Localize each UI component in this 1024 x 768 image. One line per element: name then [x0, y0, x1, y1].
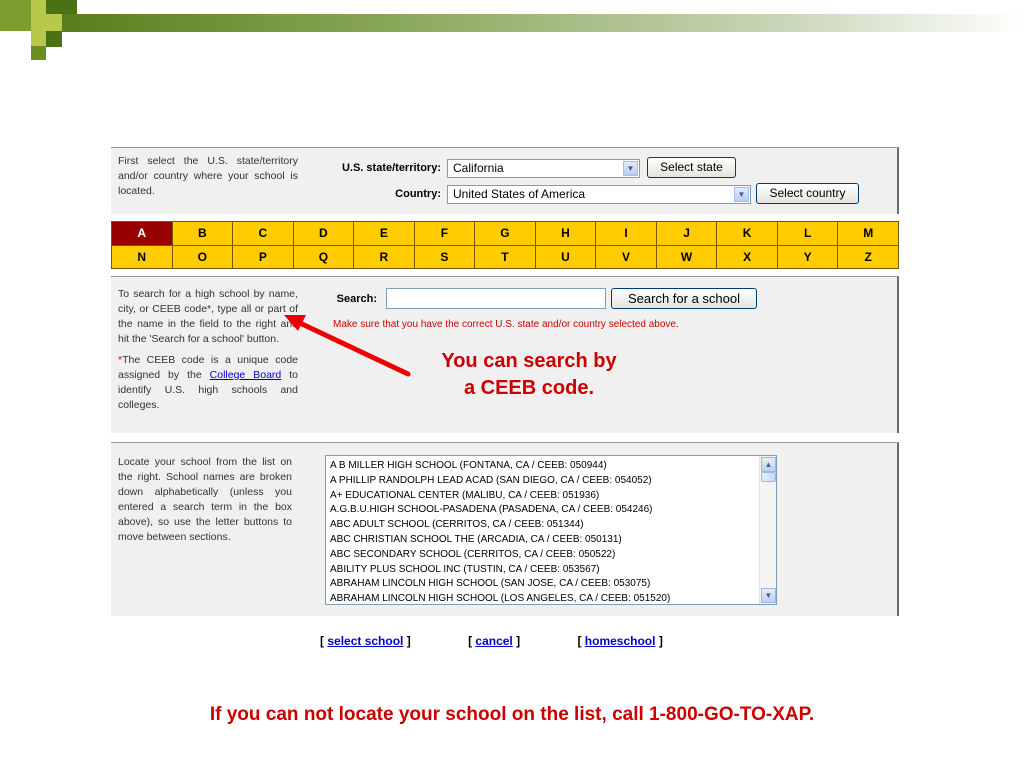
letter-button-t[interactable]: T	[474, 244, 536, 269]
letter-button-n[interactable]: N	[111, 244, 173, 269]
letter-button-c[interactable]: C	[232, 221, 294, 246]
select-school-link[interactable]: select school	[327, 634, 403, 648]
letter-button-b[interactable]: B	[171, 221, 234, 246]
state-instructions: First select the U.S. state/territory an…	[118, 155, 298, 197]
banner-square	[0, 0, 31, 31]
homeschool-link[interactable]: homeschool	[585, 634, 656, 648]
letter-button-a[interactable]: A	[111, 221, 173, 246]
footer-link-cancel: [ cancel ]	[468, 634, 521, 648]
search-instructions-text: To search for a high school by name, cit…	[118, 288, 298, 345]
school-option[interactable]: A B MILLER HIGH SCHOOL (FONTANA, CA / CE…	[330, 459, 755, 474]
letter-button-x[interactable]: X	[716, 244, 778, 269]
school-option[interactable]: A.G.B.U.HIGH SCHOOL-PASADENA (PASADENA, …	[330, 503, 755, 518]
letter-button-z[interactable]: Z	[837, 244, 899, 269]
letter-button-k[interactable]: K	[716, 221, 778, 246]
country-select[interactable]: United States of America ▼	[447, 185, 751, 204]
letter-button-v[interactable]: V	[595, 244, 657, 269]
letter-button-o[interactable]: O	[171, 244, 234, 269]
letter-button-i[interactable]: I	[595, 221, 657, 246]
school-option[interactable]: ABRAHAM LINCOLN HIGH SCHOOL (SAN JOSE, C…	[330, 577, 755, 592]
banner-square	[46, 31, 62, 47]
letter-button-l[interactable]: L	[776, 221, 839, 246]
letter-button-r[interactable]: R	[353, 244, 415, 269]
school-option[interactable]: A+ EDUCATIONAL CENTER (MALIBU, CA / CEEB…	[330, 489, 755, 504]
list-scrollbar[interactable]: ▲ ▼	[759, 456, 776, 604]
letter-button-p[interactable]: P	[232, 244, 294, 269]
footer-link-homeschool: [ homeschool ]	[577, 634, 663, 648]
select-state-button[interactable]: Select state	[647, 157, 736, 178]
bottom-note: If you can not locate your school on the…	[209, 704, 815, 725]
country-label: Country:	[395, 188, 441, 200]
letter-buttons-table: A B C D E F G H I J K L M N O P Q R S T …	[111, 221, 899, 269]
letter-row: N O P Q R S T U V W X Y Z	[111, 244, 899, 269]
banner-gradient-bar	[62, 14, 1024, 32]
banner-square	[31, 46, 46, 60]
school-list-panel: Locate your school from the list on the …	[111, 442, 899, 616]
chevron-down-icon[interactable]: ▼	[623, 161, 638, 176]
school-option[interactable]: ABILITY PLUS SCHOOL INC (TUSTIN, CA / CE…	[330, 563, 755, 578]
search-instructions: To search for a high school by name, cit…	[118, 287, 298, 413]
school-option[interactable]: ABRAHAM LINCOLN HIGH SCHOOL (LOS ANGELES…	[330, 592, 755, 604]
state-label: U.S. state/territory:	[341, 162, 441, 174]
letter-button-w[interactable]: W	[655, 244, 718, 269]
callout-line-2: a CEEB code.	[463, 377, 595, 399]
school-list-rows: A B MILLER HIGH SCHOOL (FONTANA, CA / CE…	[330, 459, 755, 604]
footer-links: [ select school ] [ cancel ] [ homeschoo…	[320, 634, 663, 648]
school-option[interactable]: A PHILLIP RANDOLPH LEAD ACAD (SAN DIEGO,…	[330, 474, 755, 489]
select-country-button[interactable]: Select country	[756, 183, 859, 204]
cancel-link[interactable]: cancel	[475, 634, 512, 648]
letter-button-f[interactable]: F	[413, 221, 476, 246]
letter-button-j[interactable]: J	[655, 221, 718, 246]
letter-button-h[interactable]: H	[534, 221, 597, 246]
scroll-down-icon[interactable]: ▼	[761, 588, 776, 603]
school-option[interactable]: ABC SECONDARY SCHOOL (CERRITOS, CA / CEE…	[330, 548, 755, 563]
school-option[interactable]: ABC ADULT SCHOOL (CERRITOS, CA / CEEB: 0…	[330, 518, 755, 533]
letter-button-y[interactable]: Y	[776, 244, 839, 269]
letter-button-e[interactable]: E	[353, 221, 415, 246]
letter-button-d[interactable]: D	[292, 221, 355, 246]
school-option[interactable]: ABC CHRISTIAN SCHOOL THE (ARCADIA, CA / …	[330, 533, 755, 548]
slide-banner	[0, 0, 1024, 60]
state-select-value: California	[453, 161, 504, 175]
footer-link-select-school: [ select school ]	[320, 634, 411, 648]
letter-button-m[interactable]: M	[837, 221, 899, 246]
school-listbox[interactable]: A B MILLER HIGH SCHOOL (FONTANA, CA / CE…	[325, 455, 777, 605]
callout-line-1: You can search by	[441, 350, 617, 372]
country-select-value: United States of America	[453, 187, 586, 201]
letter-button-s[interactable]: S	[413, 244, 476, 269]
list-instructions: Locate your school from the list on the …	[118, 456, 292, 543]
state-select[interactable]: California ▼	[447, 159, 640, 178]
college-board-link[interactable]: College Board	[210, 369, 282, 381]
scroll-up-icon[interactable]: ▲	[761, 457, 776, 472]
letter-button-q[interactable]: Q	[292, 244, 355, 269]
search-for-school-button[interactable]: Search for a school	[611, 288, 757, 309]
ceeb-callout: You can search by a CEEB code.	[409, 348, 649, 402]
letter-button-g[interactable]: G	[474, 221, 536, 246]
chevron-down-icon[interactable]: ▼	[734, 187, 749, 202]
letter-row: A B C D E F G H I J K L M	[111, 221, 899, 246]
ceeb-note: *The CEEB code is a unique code assigned…	[118, 353, 298, 413]
letter-button-u[interactable]: U	[534, 244, 597, 269]
banner-square	[31, 31, 46, 46]
scroll-thumb[interactable]	[761, 472, 776, 482]
search-hint: Make sure that you have the correct U.S.…	[333, 319, 679, 330]
state-country-panel: First select the U.S. state/territory an…	[111, 147, 899, 214]
search-input[interactable]	[386, 288, 606, 309]
banner-square	[46, 0, 77, 14]
search-label: Search:	[336, 293, 377, 305]
